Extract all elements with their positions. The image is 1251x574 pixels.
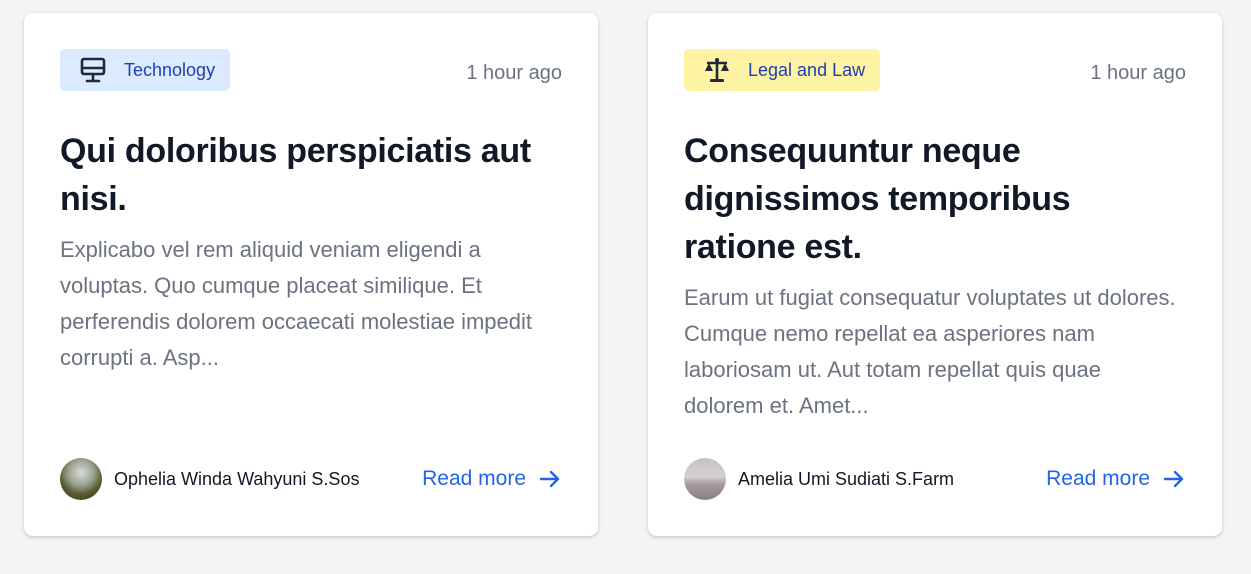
article-card[interactable]: Technology 1 hour ago Qui doloribus pers… — [24, 13, 598, 536]
card-footer: Amelia Umi Sudiati S.Farm Read more — [684, 458, 1186, 500]
scale-icon — [702, 55, 732, 85]
avatar — [684, 458, 726, 500]
author: Ophelia Winda Wahyuni S.Sos — [60, 458, 359, 500]
card-header: Technology 1 hour ago — [60, 49, 562, 91]
article-title[interactable]: Consequuntur neque dignissimos temporibu… — [684, 127, 1186, 271]
category-label: Technology — [124, 59, 216, 80]
article-title[interactable]: Qui doloribus perspiciatis aut nisi. — [60, 127, 562, 223]
avatar — [60, 458, 102, 500]
read-more-label: Read more — [422, 467, 526, 490]
read-more-label: Read more — [1046, 467, 1150, 490]
author-name: Amelia Umi Sudiati S.Farm — [738, 468, 955, 489]
arrow-right-icon — [1162, 467, 1186, 491]
article-grid: Technology 1 hour ago Qui doloribus pers… — [24, 13, 1222, 536]
monitor-icon — [78, 55, 108, 85]
read-more-link[interactable]: Read more — [422, 467, 562, 491]
article-excerpt: Explicabo vel rem aliquid veniam eligend… — [60, 237, 533, 370]
author: Amelia Umi Sudiati S.Farm — [684, 458, 954, 500]
category-badge[interactable]: Legal and Law — [684, 49, 881, 91]
article-excerpt: Earum ut fugiat consequatur voluptates u… — [684, 285, 1176, 418]
author-name: Ophelia Winda Wahyuni S.Sos — [114, 468, 360, 489]
read-more-link[interactable]: Read more — [1046, 467, 1186, 491]
article-card[interactable]: Legal and Law 1 hour ago Consequuntur ne… — [648, 13, 1222, 536]
category-label: Legal and Law — [748, 59, 866, 80]
card-footer: Ophelia Winda Wahyuni S.Sos Read more — [60, 458, 562, 500]
timestamp: 1 hour ago — [1090, 62, 1186, 84]
arrow-right-icon — [538, 467, 562, 491]
category-badge[interactable]: Technology — [60, 49, 231, 91]
timestamp: 1 hour ago — [466, 62, 562, 84]
card-header: Legal and Law 1 hour ago — [684, 49, 1186, 91]
